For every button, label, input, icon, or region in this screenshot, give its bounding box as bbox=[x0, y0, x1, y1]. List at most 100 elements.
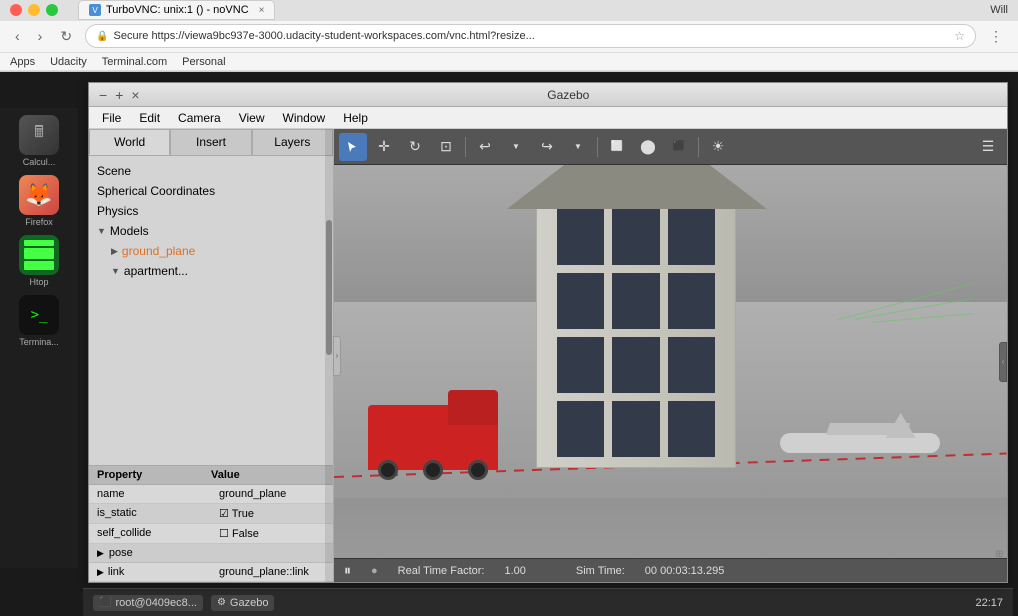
redo-dropdown-button[interactable]: ▼ bbox=[564, 133, 592, 161]
redo-button[interactable]: ↪ bbox=[533, 133, 561, 161]
is-static-checkbox[interactable]: ☑ bbox=[219, 508, 229, 520]
sidebar-icon-htop[interactable]: Htop bbox=[12, 233, 67, 288]
tree-item-apartment[interactable]: ▼ apartment... bbox=[89, 261, 333, 281]
pause-button[interactable]: ⏸ bbox=[344, 562, 351, 579]
menu-help[interactable]: Help bbox=[335, 109, 376, 127]
taskbar-app-gazebo[interactable]: ⚙ Gazebo bbox=[211, 595, 275, 611]
ground-plane-label: ground_plane bbox=[122, 244, 195, 258]
wheel-rear bbox=[468, 460, 488, 480]
building-model bbox=[536, 188, 736, 468]
browser-bar: V TurboVNC: unix:1 () - noVNC × Will ‹ ›… bbox=[0, 0, 1018, 72]
address-bar[interactable]: 🔒 Secure https://viewa9bc937e-3000.udaci… bbox=[85, 24, 976, 48]
bookmark-udacity[interactable]: Udacity bbox=[50, 56, 87, 68]
tab-insert[interactable]: Insert bbox=[170, 129, 251, 155]
prop-section-pose[interactable]: ▶ pose bbox=[89, 544, 333, 563]
prop-row-link: ▶ link ground_plane::link bbox=[89, 563, 333, 582]
browser-title-bar: V TurboVNC: unix:1 () - noVNC × Will bbox=[0, 0, 1018, 21]
bookmark-star-icon[interactable]: ☆ bbox=[954, 29, 965, 43]
refresh-button[interactable]: ↻ bbox=[55, 26, 77, 47]
self-collide-text: False bbox=[232, 528, 259, 540]
calculator-icon: 🖩 bbox=[19, 115, 59, 155]
tree-item-physics[interactable]: Physics bbox=[89, 201, 333, 221]
browser-tab[interactable]: V TurboVNC: unix:1 () - noVNC × bbox=[78, 0, 275, 20]
tab-close-button[interactable]: × bbox=[259, 5, 265, 16]
prop-link-value: ground_plane::link bbox=[211, 563, 333, 581]
close-traffic-light[interactable] bbox=[10, 4, 22, 16]
minimize-traffic-light[interactable] bbox=[28, 4, 40, 16]
sun-tool-button[interactable]: ☀ bbox=[704, 133, 732, 161]
sidebar-icon-calculator[interactable]: 🖩 Calcul... bbox=[12, 113, 67, 168]
sphere-tool-button[interactable]: ⬤ bbox=[634, 133, 662, 161]
scroll-thumb[interactable] bbox=[326, 220, 332, 356]
box-tool-button[interactable]: ⬜ bbox=[603, 133, 631, 161]
back-button[interactable]: ‹ bbox=[10, 26, 25, 46]
cylinder-tool-button[interactable]: ⬛ bbox=[665, 133, 693, 161]
menu-file[interactable]: File bbox=[94, 109, 129, 127]
prop-link-label[interactable]: ▶ link bbox=[89, 563, 211, 581]
address-text: Secure https://viewa9bc937e-3000.udacity… bbox=[114, 30, 950, 42]
real-time-label: Real Time Factor: bbox=[398, 565, 485, 577]
property-column-header: Property bbox=[97, 469, 211, 481]
airplane-body bbox=[780, 433, 940, 453]
bookmark-personal-label: Personal bbox=[182, 56, 225, 68]
taskbar-app-terminal[interactable]: ⬛ root@0409ec8... bbox=[93, 595, 203, 611]
gazebo-minimize-button[interactable]: − bbox=[99, 87, 107, 103]
scene-background: ‹ bbox=[334, 165, 1007, 558]
menu-camera[interactable]: Camera bbox=[170, 109, 229, 127]
prop-self-collide-value[interactable]: ☐ False bbox=[211, 524, 333, 543]
viewport-resize-handle[interactable] bbox=[995, 546, 1005, 556]
tree-item-ground-plane[interactable]: ▶ ground_plane bbox=[89, 241, 333, 261]
models-arrow-icon: ▼ bbox=[97, 226, 106, 236]
scroll-track[interactable] bbox=[325, 129, 333, 582]
tree-item-scene[interactable]: Scene bbox=[89, 161, 333, 181]
maximize-traffic-light[interactable] bbox=[46, 4, 58, 16]
is-static-text: True bbox=[232, 508, 254, 520]
tab-layers[interactable]: Layers bbox=[252, 129, 333, 155]
self-collide-checkbox[interactable]: ☐ bbox=[219, 528, 229, 540]
panel-collapse-handle[interactable]: › bbox=[333, 336, 341, 376]
extensions-button[interactable]: ⋮ bbox=[984, 26, 1008, 47]
gazebo-maximize-button[interactable]: + bbox=[115, 87, 123, 103]
building-windows bbox=[557, 209, 715, 457]
window-4 bbox=[557, 273, 604, 329]
tab-favicon: V bbox=[89, 4, 101, 16]
menu-view[interactable]: View bbox=[231, 109, 273, 127]
lock-icon: 🔒 bbox=[96, 31, 108, 42]
gazebo-title: Gazebo bbox=[140, 88, 997, 102]
undo-dropdown-button[interactable]: ▼ bbox=[502, 133, 530, 161]
scale-screen-button[interactable]: ⊡ bbox=[432, 133, 460, 161]
sidebar-icon-terminal[interactable]: >_ Termina... bbox=[12, 293, 67, 348]
link-text: link bbox=[108, 566, 125, 578]
right-panel-collapse-handle[interactable]: ‹ bbox=[999, 342, 1007, 382]
undo-button[interactable]: ↩ bbox=[471, 133, 499, 161]
bookmark-personal[interactable]: Personal bbox=[182, 56, 225, 68]
settings-button[interactable]: ☰ bbox=[974, 133, 1002, 161]
menu-edit[interactable]: Edit bbox=[131, 109, 168, 127]
tab-world[interactable]: World bbox=[89, 129, 170, 155]
status-dot-icon: ● bbox=[371, 565, 378, 577]
translate-tool-button[interactable]: ✛ bbox=[370, 133, 398, 161]
forward-button[interactable]: › bbox=[33, 26, 48, 46]
bookmark-terminal[interactable]: Terminal.com bbox=[102, 56, 167, 68]
bookmark-apps[interactable]: Apps bbox=[10, 56, 35, 68]
cursor-tool-button[interactable] bbox=[339, 133, 367, 161]
toolbar-separator-1 bbox=[465, 137, 466, 157]
gazebo-close-button[interactable]: × bbox=[131, 87, 139, 103]
toolbar-separator-2 bbox=[597, 137, 598, 157]
prop-name-label: name bbox=[89, 485, 211, 503]
rotate-tool-button[interactable]: ↻ bbox=[401, 133, 429, 161]
3d-viewport[interactable]: ‹ bbox=[334, 165, 1007, 558]
htop-label: Htop bbox=[29, 277, 48, 287]
airplane-model bbox=[780, 413, 940, 473]
prop-self-collide-label: self_collide bbox=[89, 524, 211, 543]
tree-item-models[interactable]: ▼ Models bbox=[89, 221, 333, 241]
calculator-label: Calcul... bbox=[23, 157, 56, 167]
menu-window[interactable]: Window bbox=[275, 109, 334, 127]
link-expand-icon: ▶ bbox=[97, 567, 104, 578]
terminal-icon: >_ bbox=[19, 295, 59, 335]
prop-is-static-value[interactable]: ☑ True bbox=[211, 504, 333, 523]
terminal-label: Termina... bbox=[19, 337, 59, 347]
sidebar-icon-firefox[interactable]: 🦊 Firefox bbox=[12, 173, 67, 228]
tree-item-spherical[interactable]: Spherical Coordinates bbox=[89, 181, 333, 201]
prop-row-is-static: is_static ☑ True bbox=[89, 504, 333, 524]
